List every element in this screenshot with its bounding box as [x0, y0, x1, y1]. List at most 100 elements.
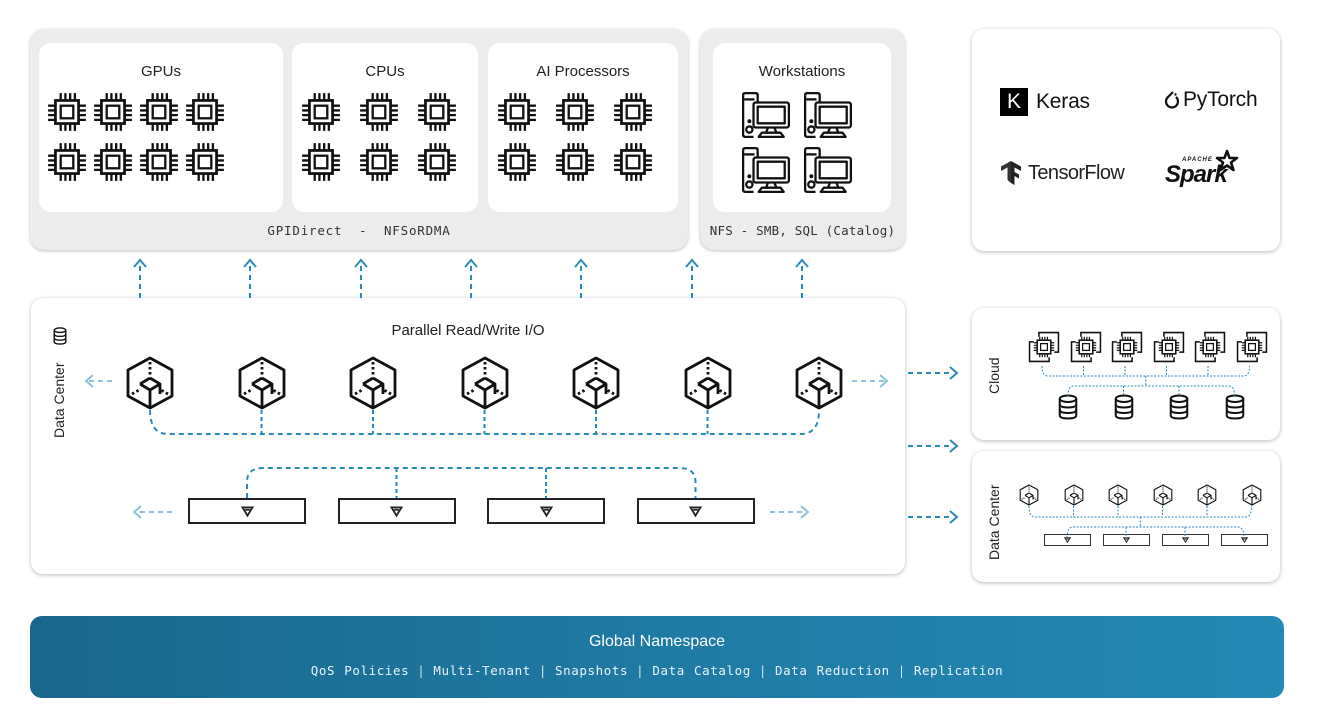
triangle-down-icon	[1064, 537, 1071, 543]
gpu-icon-grid	[46, 91, 230, 191]
workstation-icon	[803, 92, 853, 138]
chip-icon	[496, 141, 538, 183]
ai-processor-card-title: AI Processors	[536, 63, 630, 80]
remote-drive	[1044, 534, 1091, 546]
server-cube-icon	[461, 356, 508, 410]
tensorflow-logo: TensorFlow	[1000, 160, 1125, 186]
server-cube-icon	[1064, 484, 1083, 506]
tensorflow-label: TensorFlow	[1028, 161, 1125, 184]
workstations-card: Workstations	[713, 43, 891, 212]
chip-icon	[612, 141, 654, 183]
replication-arrow-head	[949, 510, 959, 524]
keras-badge: K	[1000, 88, 1028, 116]
triangle-down-icon	[241, 505, 253, 517]
workstations-title: Workstations	[758, 63, 846, 80]
cloud-chip-icon	[1153, 331, 1184, 363]
ai-processor-card: AI Processors	[488, 43, 678, 212]
banner-feature: Data Catalog	[652, 663, 751, 678]
triangle-down-icon	[1182, 537, 1189, 543]
database-icon	[1058, 394, 1078, 420]
server-cube-icon	[572, 356, 620, 410]
chip-icon	[358, 141, 400, 183]
storage-drive	[337, 498, 456, 524]
pytorch-logo: PyTorch	[1164, 88, 1258, 112]
chip-icon	[92, 141, 134, 183]
compute-panel: GPUs CPUs AI Processors GPIDirect - NFSo…	[30, 29, 688, 250]
remote-drive	[1162, 534, 1209, 546]
keras-label: Keras	[1036, 90, 1090, 113]
remote-drive	[1221, 534, 1268, 546]
cloud-chip-icon	[1028, 331, 1060, 363]
cpu-icon-grid	[300, 91, 474, 191]
frameworks-panel: K Keras PyTorch TensorFlow APACHE Spark	[972, 29, 1280, 251]
chip-icon	[138, 141, 180, 183]
storage-drive	[188, 498, 306, 524]
gpu-card-title: GPUs	[140, 63, 181, 80]
cloud-chip-icon	[1070, 331, 1101, 363]
chip-icon	[46, 91, 88, 133]
banner-feature: Replication	[913, 663, 1004, 678]
triangle-down-icon	[1123, 537, 1130, 543]
server-cube-icon	[1197, 484, 1217, 506]
global-namespace-banner: Global Namespace QoS Policies | Multi-Tena…	[30, 616, 1284, 698]
chip-icon	[300, 91, 342, 133]
chip-icon	[300, 141, 342, 183]
triangle-down-icon	[540, 505, 552, 517]
up-arrow-head	[133, 258, 147, 268]
feature-separator: |	[897, 663, 906, 678]
workstations-panel: Workstations NFS - SMB, SQL (Catalog)	[700, 29, 905, 250]
banner-feature: Snapshots	[555, 663, 629, 678]
chip-icon	[184, 91, 226, 133]
chip-icon	[554, 91, 596, 133]
gpu-card: GPUs	[39, 43, 283, 212]
storage-drive	[487, 498, 605, 524]
cloud-panel: Cloud	[972, 308, 1280, 440]
replication-arrow-head	[949, 439, 959, 453]
banner-feature: Multi-Tenant	[433, 663, 531, 678]
cloud-chip-icon	[1111, 331, 1143, 363]
chip-icon	[612, 91, 654, 133]
banner-title: Global Namespace	[588, 633, 726, 650]
cpu-card-title: CPUs	[365, 63, 405, 80]
banner-feature-list: QoS Policies | Multi-Tenant | Snapshots | Data…	[30, 663, 1284, 678]
workstation-icon	[803, 147, 853, 193]
server-cube-icon	[1108, 484, 1128, 506]
workstation-icon	[741, 147, 791, 193]
compute-protocol-label: GPIDirect - NFSoRDMA	[267, 223, 451, 238]
cloud-chip-icon	[1194, 331, 1226, 363]
server-cube-icon	[238, 356, 285, 410]
database-icon	[53, 327, 67, 345]
chip-icon	[416, 91, 458, 133]
server-cube-icon	[1242, 484, 1261, 506]
banner-feature: QoS Policies	[310, 663, 410, 678]
chip-icon	[496, 91, 538, 133]
workstations-protocol-label: NFS - SMB, SQL (Catalog)	[709, 223, 896, 238]
chip-icon	[416, 141, 458, 183]
triangle-down-icon	[390, 505, 403, 517]
remote-datacenter-label: Data Center	[986, 484, 1002, 560]
tensorflow-icon	[1001, 161, 1021, 185]
pytorch-label: PyTorch	[1183, 88, 1258, 111]
chip-icon	[92, 91, 134, 133]
feature-separator: |	[538, 663, 548, 678]
feature-separator: |	[417, 663, 426, 678]
up-arrow-head	[574, 258, 588, 268]
chip-icon	[138, 91, 180, 133]
up-arrow-head	[464, 258, 478, 268]
storage-cluster-panel: Parallel Read/Write I/O Data Center	[31, 298, 905, 574]
chip-icon	[358, 91, 400, 133]
cpu-card: CPUs	[292, 43, 478, 212]
storage-drive	[636, 498, 755, 524]
feature-separator: |	[636, 663, 645, 678]
server-cube-icon	[1019, 484, 1039, 506]
remote-drive	[1103, 534, 1150, 546]
server-cube-icon	[795, 356, 843, 410]
workstation-icon-grid	[740, 91, 864, 201]
triangle-down-icon	[689, 505, 702, 517]
ai-processor-icon-grid	[496, 91, 670, 191]
spark-star-icon	[1215, 149, 1239, 172]
feature-separator: |	[758, 663, 767, 678]
up-arrow-head	[354, 258, 368, 268]
database-icon	[1225, 394, 1244, 420]
workstation-icon	[741, 92, 791, 138]
